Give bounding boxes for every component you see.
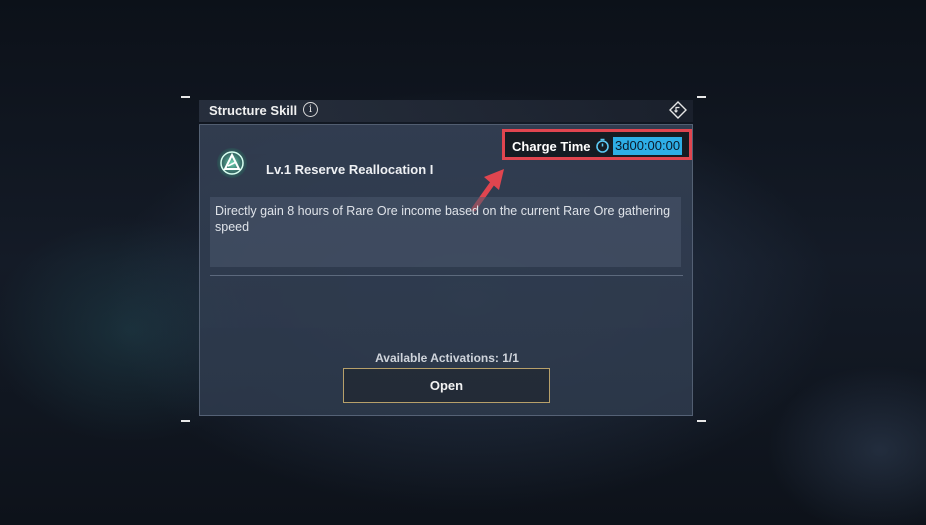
corner-mark-top-left — [181, 96, 190, 98]
divider — [210, 275, 683, 276]
available-activations: Available Activations: 1/1 — [375, 351, 519, 365]
info-icon[interactable]: i — [303, 102, 318, 117]
timer-icon — [596, 138, 609, 153]
corner-mark-bottom-left — [181, 420, 190, 422]
corner-mark-bottom-right — [697, 420, 706, 422]
skill-emblem-icon — [217, 148, 247, 178]
skill-name: Lv.1 Reserve Reallocation I — [266, 162, 434, 177]
return-icon[interactable] — [669, 101, 687, 119]
skill-description: Directly gain 8 hours of Rare Ore income… — [215, 204, 671, 234]
charge-time-highlight: Charge Time 3d00:00:00 — [502, 129, 692, 160]
open-button[interactable]: Open — [343, 368, 550, 403]
skill-panel: Lv.1 Reserve Reallocation I Charge Time … — [199, 124, 693, 416]
corner-mark-top-right — [697, 96, 706, 98]
charge-time-label: Charge Time — [512, 139, 591, 154]
panel-header: Structure Skill i — [199, 100, 693, 122]
skill-description-box: Directly gain 8 hours of Rare Ore income… — [210, 197, 681, 267]
charge-time-value: 3d00:00:00 — [613, 137, 683, 155]
panel-title: Structure Skill — [209, 103, 298, 118]
